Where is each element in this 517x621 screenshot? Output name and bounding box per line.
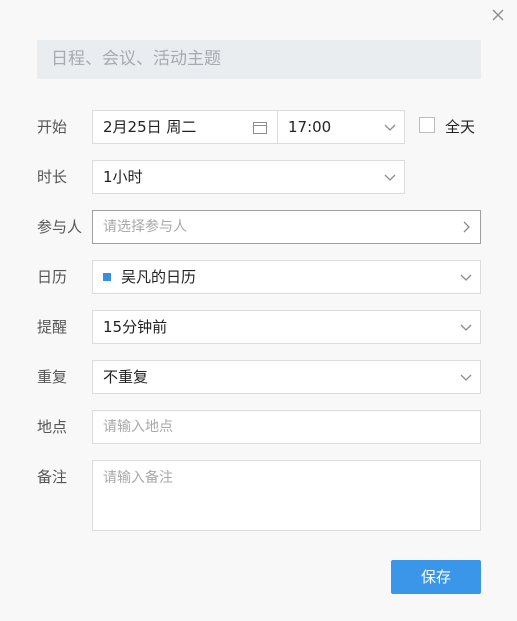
repeat-select[interactable]: 不重复 [92,360,481,394]
chevron-down-icon [384,124,396,131]
all-day-label[interactable]: 全天 [445,110,475,144]
notes-textarea[interactable]: 请输入备注 [92,460,481,531]
chevron-down-icon [460,374,472,381]
participants-label: 参与人 [37,218,83,236]
close-button[interactable] [489,6,507,24]
start-time-value: 17:00 [288,118,332,136]
start-date-picker[interactable]: 2月25日 周二 [92,110,278,144]
event-dialog: 日程、会议、活动主题 开始 2月25日 周二 17:00 全天 时长 1小时 参… [0,0,517,621]
notes-label: 备注 [37,468,68,486]
calendar-value: 吴凡的日历 [121,268,197,286]
participants-picker[interactable]: 请选择参与人 [92,210,481,244]
location-input[interactable]: 请输入地点 [92,410,481,444]
reminder-select[interactable]: 15分钟前 [92,310,481,344]
chevron-down-icon [460,324,472,331]
location-label: 地点 [37,418,68,436]
chevron-down-icon [384,174,396,181]
start-time-select[interactable]: 17:00 [277,110,405,144]
participants-placeholder: 请选择参与人 [103,219,187,235]
reminder-value: 15分钟前 [103,318,168,336]
start-date-value: 2月25日 周二 [103,118,197,136]
duration-value: 1小时 [103,168,143,186]
repeat-label: 重复 [37,368,68,386]
start-label: 开始 [37,118,68,136]
calendar-label: 日历 [37,268,68,286]
close-icon [492,9,504,21]
chevron-right-icon [463,221,470,233]
repeat-value: 不重复 [103,368,149,386]
calendar-icon [253,122,267,134]
event-title-input[interactable]: 日程、会议、活动主题 [37,40,481,79]
duration-select[interactable]: 1小时 [92,160,405,194]
reminder-label: 提醒 [37,318,68,336]
calendar-select[interactable]: 吴凡的日历 [92,260,481,294]
calendar-color-swatch [103,273,111,281]
duration-label: 时长 [37,168,68,186]
chevron-down-icon [460,274,472,281]
all-day-checkbox[interactable] [419,117,435,133]
save-button[interactable]: 保存 [391,560,481,594]
